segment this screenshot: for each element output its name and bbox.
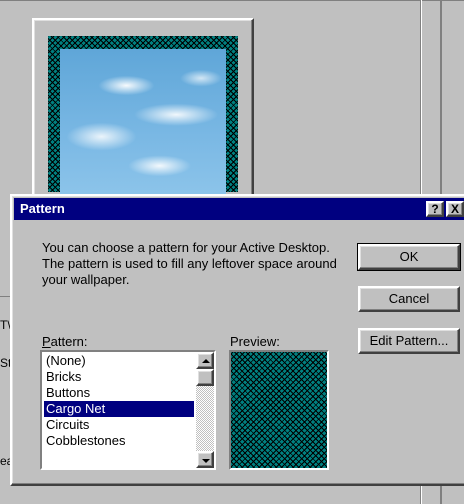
ok-button[interactable]: OK bbox=[357, 243, 461, 271]
pattern-label: Pattern: bbox=[42, 334, 88, 349]
monitor-preview bbox=[32, 18, 254, 198]
pattern-listbox[interactable]: (None) Bricks Buttons Cargo Net Circuits… bbox=[40, 350, 216, 470]
wallpaper-image bbox=[60, 49, 226, 195]
scroll-up-button[interactable] bbox=[196, 352, 214, 369]
help-button[interactable]: ? bbox=[426, 201, 444, 217]
scroll-thumb[interactable] bbox=[196, 369, 214, 386]
preview-label: Preview: bbox=[230, 334, 280, 349]
monitor-screen-pattern bbox=[48, 36, 238, 195]
scroll-down-icon bbox=[202, 459, 210, 463]
bg-separator bbox=[0, 296, 10, 297]
dialog-description: You can choose a pattern for your Active… bbox=[42, 240, 337, 287]
list-item-buttons[interactable]: Buttons bbox=[44, 385, 194, 401]
scroll-up-icon bbox=[202, 359, 210, 363]
dialog-titlebar[interactable]: Pattern ? X bbox=[14, 198, 464, 220]
dialog-title: Pattern bbox=[20, 201, 65, 216]
pattern-dialog: Pattern ? X You can choose a pattern for… bbox=[10, 194, 464, 486]
list-item-cargo-net[interactable]: Cargo Net bbox=[44, 401, 194, 417]
list-item-circuits[interactable]: Circuits bbox=[44, 417, 194, 433]
pattern-label-text: attern: bbox=[50, 334, 88, 349]
help-icon: ? bbox=[431, 202, 439, 216]
pattern-label-accelerator: P bbox=[42, 334, 51, 349]
close-button[interactable]: X bbox=[446, 201, 464, 217]
close-icon: X bbox=[450, 202, 459, 216]
list-item-none[interactable]: (None) bbox=[44, 353, 194, 369]
bg-window-top-edge bbox=[0, 0, 464, 1]
pattern-preview bbox=[229, 350, 329, 470]
list-item-bricks[interactable]: Bricks bbox=[44, 369, 194, 385]
edit-pattern-button[interactable]: Edit Pattern... bbox=[358, 328, 460, 354]
list-item-cobblestones[interactable]: Cobblestones bbox=[44, 433, 194, 449]
cancel-button[interactable]: Cancel bbox=[358, 286, 460, 312]
scroll-down-button[interactable] bbox=[196, 451, 214, 468]
list-scrollbar[interactable] bbox=[196, 352, 214, 468]
